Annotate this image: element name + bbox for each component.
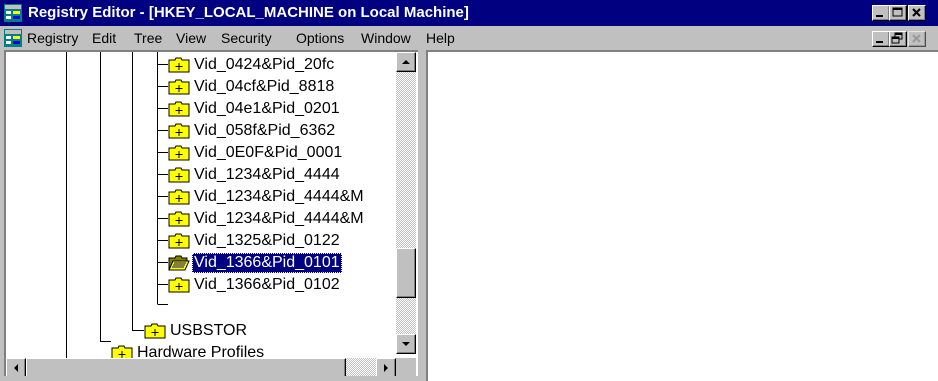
arrow-left-icon [14,364,18,372]
menu-view[interactable]: View [176,30,206,46]
close-icon [912,8,921,17]
folder-plus-icon[interactable] [168,57,190,73]
close-button[interactable] [908,5,926,21]
minimize-icon [876,15,883,17]
close-icon [912,34,921,43]
scroll-track[interactable] [396,72,416,338]
menu-edit[interactable]: Edit [92,30,116,46]
tree-node-label[interactable]: Vid_0E0F&Pid_0001 [192,143,344,163]
child-minimize-button[interactable] [872,31,890,47]
child-close-button[interactable] [908,31,926,47]
open-folder-icon[interactable] [168,255,190,271]
registry-icon[interactable] [4,4,22,22]
scroll-up-button[interactable] [396,52,416,72]
tree-node-label[interactable]: Vid_058f&Pid_6362 [192,121,337,141]
minimize-button[interactable] [872,5,890,21]
scroll-down-button[interactable] [396,334,416,354]
menu-security[interactable]: Security [221,30,272,46]
menu-options[interactable]: Options [296,30,344,46]
maximize-icon [892,7,903,17]
arrow-up-icon [402,60,410,64]
horizontal-scroll-thumb[interactable] [26,358,346,376]
scroll-corner [396,358,416,376]
title-bar[interactable]: Registry Editor - [HKEY_LOCAL_MACHINE on… [0,0,938,26]
tree-node-label[interactable]: Vid_1234&Pid_4444&M [192,187,366,207]
tree-pane[interactable]: Vid_0424&Pid_20fc Vid_04cf&Pid_8818 Vid_… [4,50,418,376]
tree-vertical-scrollbar[interactable] [396,52,416,358]
folder-plus-icon[interactable] [168,233,190,249]
minimize-icon [876,41,883,43]
registry-icon[interactable] [4,29,22,47]
tree-node-label[interactable]: Vid_0424&Pid_20fc [192,55,336,75]
folder-plus-icon[interactable] [168,145,190,161]
folder-plus-icon[interactable] [168,101,190,117]
tree-node-label[interactable]: Vid_04e1&Pid_0201 [192,99,342,119]
tree-node-label[interactable]: Vid_1234&Pid_4444&M [192,209,366,229]
horizontal-scroll-track[interactable] [346,358,376,376]
restore-icon [891,32,903,44]
menu-bar: Registry Edit Tree View Security Options… [0,26,938,50]
maximize-button[interactable] [889,5,907,21]
values-pane[interactable] [426,50,938,381]
scroll-thumb[interactable] [396,248,416,298]
pane-splitter[interactable] [418,50,426,381]
folder-plus-icon[interactable] [168,123,190,139]
tree-node-label[interactable]: Vid_1325&Pid_0122 [192,231,342,251]
window-title: Registry Editor - [HKEY_LOCAL_MACHINE on… [28,4,469,21]
folder-plus-icon[interactable] [168,167,190,183]
menu-tree[interactable]: Tree [134,30,162,46]
tree-node-label[interactable]: Vid_1366&Pid_0102 [192,275,342,295]
folder-plus-icon[interactable] [168,211,190,227]
folder-plus-icon[interactable] [168,277,190,293]
tree-node-label[interactable]: Vid_1366&Pid_0101 [192,253,342,273]
tree-node-label[interactable]: Vid_04cf&Pid_8818 [192,77,336,97]
scroll-left-button[interactable] [6,358,26,376]
folder-plus-icon[interactable] [144,323,166,339]
menu-help[interactable]: Help [426,30,455,46]
menu-window[interactable]: Window [361,30,411,46]
tree-node-label[interactable]: USBSTOR [168,321,249,341]
client-area: Vid_0424&Pid_20fc Vid_04cf&Pid_8818 Vid_… [0,50,938,381]
scroll-right-button[interactable] [376,358,396,376]
folder-plus-icon[interactable] [168,79,190,95]
menu-registry[interactable]: Registry [27,30,78,46]
arrow-down-icon [402,342,410,346]
folder-plus-icon[interactable] [168,189,190,205]
child-restore-button[interactable] [889,31,907,47]
tree-horizontal-scrollbar[interactable] [6,358,396,376]
tree-node-label[interactable]: Vid_1234&Pid_4444 [192,165,342,185]
arrow-right-icon [384,364,388,372]
